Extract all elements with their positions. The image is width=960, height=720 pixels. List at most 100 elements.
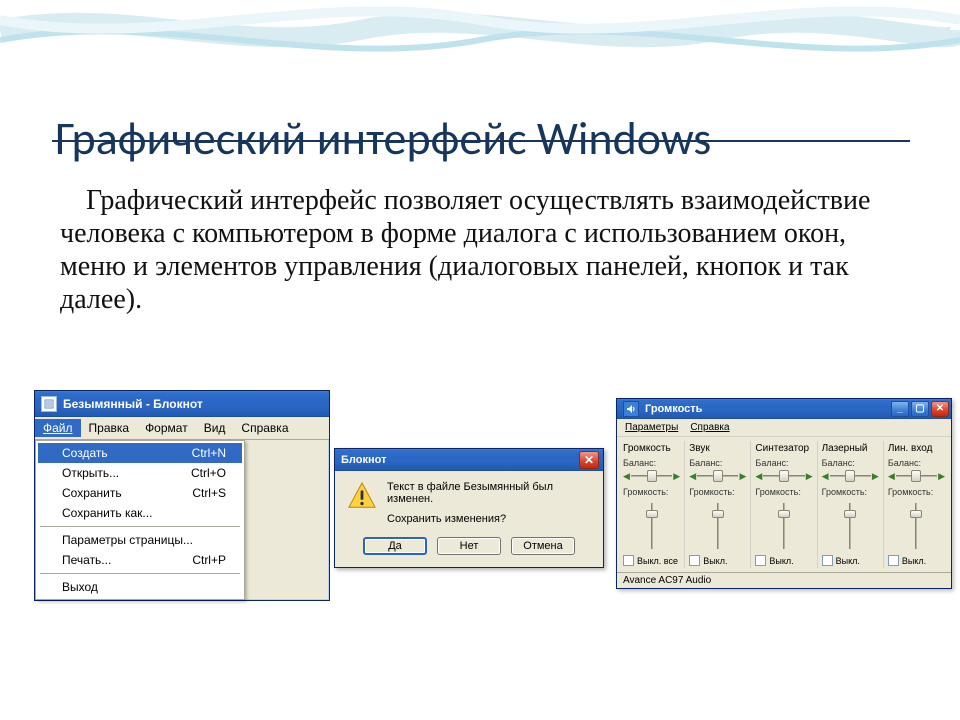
channel-name: Лин. вход: [888, 443, 945, 454]
file-dropdown: Создать Ctrl+N Открыть... Ctrl+O Сохрани…: [35, 440, 245, 600]
messagebox-line1: Текст в файле Безымянный был изменен.: [387, 481, 591, 505]
channel-name: Звук: [689, 443, 746, 454]
mixer-channel: ЗвукБаланс:◀▶Громкость:Выкл.: [685, 441, 751, 568]
volume-thumb[interactable]: [778, 510, 790, 518]
balance-thumb[interactable]: [779, 470, 789, 482]
mixer-channel: ЛазерныйБаланс:◀▶Громкость:Выкл.: [818, 441, 884, 568]
close-icon: ✕: [584, 453, 594, 467]
menu-help[interactable]: Справка: [233, 419, 296, 437]
menu-format[interactable]: Формат: [137, 419, 196, 437]
no-button[interactable]: Нет: [437, 537, 501, 555]
close-button[interactable]: ✕: [931, 401, 949, 417]
file-print[interactable]: Печать... Ctrl+P: [38, 550, 242, 570]
balance-label: Баланс:: [623, 458, 680, 468]
mute-checkbox[interactable]: [623, 555, 634, 566]
mute-checkbox[interactable]: [755, 555, 766, 566]
balance-label: Баланс:: [888, 458, 945, 468]
menu-edit[interactable]: Правка: [81, 419, 138, 437]
menu-file[interactable]: Файл: [35, 419, 81, 437]
notepad-menubar: Файл Правка Формат Вид Справка: [35, 417, 329, 440]
mute-checkbox[interactable]: [689, 555, 700, 566]
balance-label: Баланс:: [822, 458, 879, 468]
volume-label: Громкость:: [888, 487, 945, 497]
volume-label: Громкость:: [623, 487, 680, 497]
balance-slider[interactable]: ◀▶: [757, 469, 810, 483]
mute-label: Выкл.: [902, 556, 926, 566]
speaker-left-icon: ◀: [623, 471, 630, 482]
volume-label: Громкость:: [755, 487, 812, 497]
volume-label: Громкость:: [689, 487, 746, 497]
slide-body-text: Графический интерфейс позволяет осуществ…: [60, 184, 890, 316]
mute-checkbox[interactable]: [888, 555, 899, 566]
speaker-left-icon: ◀: [689, 471, 696, 482]
notepad-title-text: Безымянный - Блокнот: [63, 397, 203, 411]
warning-icon: [347, 481, 377, 511]
mixer-status: Avance AC97 Audio: [617, 572, 951, 588]
channel-name: Громкость: [623, 443, 680, 454]
mixer-titlebar[interactable]: Громкость _ ▢ ✕: [617, 399, 951, 419]
file-page-setup[interactable]: Параметры страницы...: [38, 530, 242, 550]
balance-thumb[interactable]: [845, 470, 855, 482]
notepad-titlebar[interactable]: Безымянный - Блокнот: [35, 391, 329, 417]
file-open[interactable]: Открыть... Ctrl+O: [38, 463, 242, 483]
volume-thumb[interactable]: [646, 510, 658, 518]
messagebox-window: Блокнот ✕ Текст в файле Безымянный был и…: [334, 448, 604, 568]
balance-label: Баланс:: [689, 458, 746, 468]
cancel-button[interactable]: Отмена: [511, 537, 575, 555]
menu-separator: [40, 573, 240, 574]
file-save-as[interactable]: Сохранить как...: [38, 503, 242, 523]
close-button[interactable]: ✕: [579, 451, 599, 469]
maximize-button[interactable]: ▢: [911, 401, 929, 417]
mixer-body: ГромкостьБаланс:◀▶Громкость:Выкл. всеЗву…: [617, 437, 951, 572]
mixer-title-text: Громкость: [645, 403, 702, 415]
balance-slider[interactable]: ◀▶: [625, 469, 678, 483]
mixer-menu-params[interactable]: Параметры: [619, 421, 684, 434]
messagebox-line2: Сохранить изменения?: [387, 513, 591, 525]
speaker-right-icon: ▶: [872, 471, 879, 482]
minimize-button[interactable]: _: [891, 401, 909, 417]
mute-label: Выкл.: [836, 556, 860, 566]
maximize-icon: ▢: [915, 403, 924, 414]
mute-label: Выкл. все: [637, 556, 678, 566]
balance-thumb[interactable]: [911, 470, 921, 482]
volume-slider[interactable]: [623, 499, 680, 553]
messagebox-title-text: Блокнот: [341, 454, 386, 466]
file-new[interactable]: Создать Ctrl+N: [38, 443, 242, 463]
notepad-window: Безымянный - Блокнот Файл Правка Формат …: [34, 390, 330, 601]
balance-slider[interactable]: ◀▶: [691, 469, 744, 483]
speaker-right-icon: ▶: [938, 471, 945, 482]
mixer-channel: Лин. вход Баланс:◀▶ Громкость: Выкл.: [884, 441, 949, 568]
messagebox-text: Текст в файле Безымянный был изменен. Со…: [387, 481, 591, 525]
menu-view[interactable]: Вид: [196, 419, 234, 437]
balance-thumb[interactable]: [647, 470, 657, 482]
decorative-swirl: [0, 0, 960, 70]
mixer-channel: Громкость Баланс:◀▶ Громкость: Выкл. все: [619, 441, 685, 568]
mixer-channel: СинтезаторБаланс:◀▶Громкость:Выкл.: [751, 441, 817, 568]
speaker-right-icon: ▶: [739, 471, 746, 482]
volume-thumb[interactable]: [712, 510, 724, 518]
volume-slider[interactable]: [888, 499, 945, 553]
file-save[interactable]: Сохранить Ctrl+S: [38, 483, 242, 503]
messagebox-titlebar[interactable]: Блокнот ✕: [335, 449, 603, 471]
mixer-menubar: Параметры Справка: [617, 419, 951, 437]
channel-name: Лазерный: [822, 443, 879, 454]
volume-thumb[interactable]: [910, 510, 922, 518]
balance-thumb[interactable]: [713, 470, 723, 482]
slide-title: Графический интерфейс Windows: [55, 111, 711, 167]
volume-slider[interactable]: [755, 499, 812, 553]
minimize-icon: _: [897, 403, 903, 414]
balance-slider[interactable]: ◀▶: [824, 469, 877, 483]
yes-button[interactable]: Да: [363, 537, 427, 555]
mute-checkbox[interactable]: [822, 555, 833, 566]
mute-label: Выкл.: [703, 556, 727, 566]
volume-slider[interactable]: [822, 499, 879, 553]
balance-slider[interactable]: ◀▶: [890, 469, 943, 483]
balance-label: Баланс:: [755, 458, 812, 468]
notepad-icon: [41, 396, 57, 412]
speaker-left-icon: ◀: [822, 471, 829, 482]
volume-thumb[interactable]: [844, 510, 856, 518]
mixer-menu-help[interactable]: Справка: [684, 421, 735, 434]
volume-slider[interactable]: [689, 499, 746, 553]
file-exit[interactable]: Выход: [38, 577, 242, 597]
volume-mixer-window: Громкость _ ▢ ✕ Параметры Справка Громко…: [616, 398, 952, 589]
